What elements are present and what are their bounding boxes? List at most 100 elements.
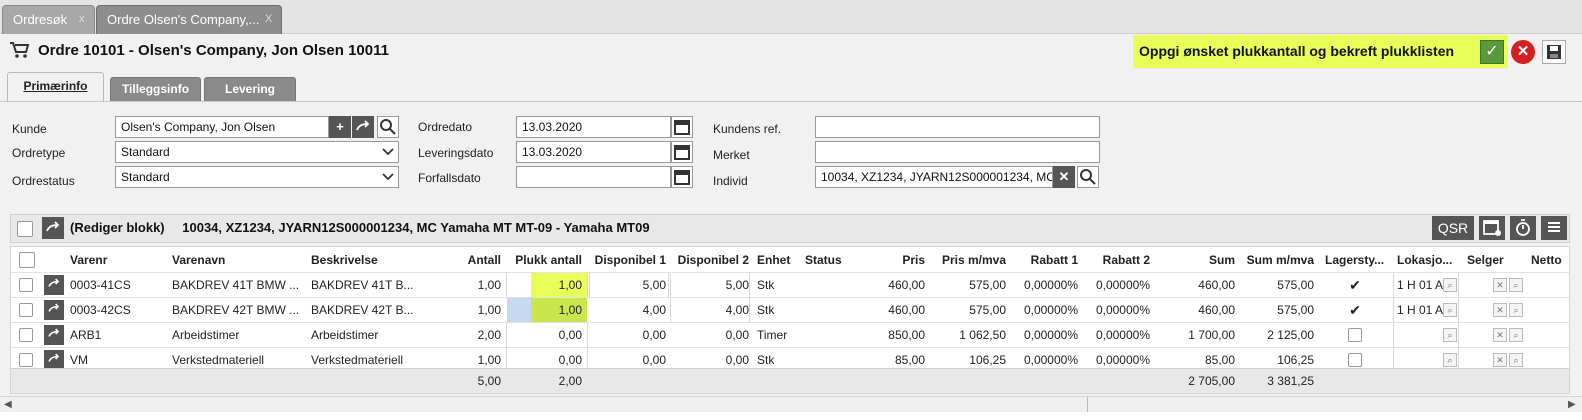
horizontal-scrollbar[interactable]: ◀ ▶ — [0, 396, 1582, 412]
col-selger[interactable]: Selger — [1467, 253, 1504, 267]
tab-tilleggsinfo[interactable]: Tilleggsinfo — [110, 77, 201, 101]
table-row[interactable]: 0003-41CS BAKDREV 41T BMW ... BAKDREV 41… — [11, 272, 1569, 297]
save-button[interactable] — [1542, 40, 1566, 64]
row-action-button[interactable] — [44, 325, 64, 345]
kundens-ref-label: Kundens ref. — [713, 122, 782, 136]
cell-plukk-antall[interactable]: 1,00 — [531, 273, 587, 297]
col-disponibel-2[interactable]: Disponibel 2 — [669, 253, 749, 267]
kunde-input[interactable]: Olsen's Company, Jon Olsen — [115, 116, 329, 138]
close-icon[interactable]: ✕ — [1493, 328, 1507, 342]
tab-ordre-close-icon[interactable]: X — [265, 6, 272, 33]
search-individ-button[interactable] — [1077, 166, 1099, 188]
forfallsdato-input[interactable] — [516, 166, 671, 188]
calendar-settings-button[interactable] — [1479, 216, 1505, 240]
search-icon[interactable]: ⌕ — [1509, 353, 1523, 367]
search-icon[interactable]: ⌕ — [1443, 278, 1457, 292]
close-icon[interactable]: ✕ — [1493, 303, 1507, 317]
cell-pris-mva: 575,00 — [969, 303, 1006, 317]
cell-lokasjon[interactable]: 1 H 01 A — [1397, 298, 1443, 322]
tab-ordresok[interactable]: Ordresøk x — [2, 5, 95, 34]
goto-customer-button[interactable] — [352, 116, 374, 138]
row-checkbox[interactable] — [19, 303, 33, 317]
col-antall[interactable]: Antall — [431, 253, 501, 267]
col-varenr[interactable]: Varenr — [70, 253, 107, 267]
search-icon[interactable]: ⌕ — [1443, 328, 1457, 342]
kundens-ref-input[interactable] — [815, 116, 1100, 138]
search-icon[interactable]: ⌕ — [1509, 303, 1523, 317]
col-lokasjon[interactable]: Lokasjo... — [1397, 253, 1452, 267]
leveringsdato-calendar-button[interactable] — [671, 141, 693, 163]
row-checkbox[interactable] — [19, 328, 33, 342]
cell-pris: 460,00 — [888, 278, 925, 292]
col-plukk-antall[interactable]: Plukk antall — [506, 253, 582, 267]
cell-enhet: Stk — [757, 278, 775, 292]
timer-button[interactable] — [1510, 216, 1536, 240]
clear-individ-button[interactable]: ✕ — [1053, 166, 1075, 188]
cell-antall: 1,00 — [477, 303, 501, 317]
add-customer-button[interactable]: + — [329, 116, 351, 138]
row-action-button[interactable] — [44, 275, 64, 295]
cancel-button[interactable]: ✕ — [1511, 40, 1535, 64]
table-row[interactable]: 0003-42CS BAKDREV 42T BMW ... BAKDREV 42… — [11, 297, 1569, 322]
search-icon[interactable]: ⌕ — [1443, 353, 1457, 367]
leveringsdato-input[interactable]: 13.03.2020 — [516, 141, 671, 163]
col-rabatt-2[interactable]: Rabatt 2 — [1081, 253, 1150, 267]
merket-input[interactable] — [815, 141, 1100, 163]
tab-levering[interactable]: Levering — [204, 77, 296, 101]
forfallsdato-calendar-button[interactable] — [671, 166, 693, 188]
row-checkbox[interactable] — [19, 353, 33, 367]
col-sum[interactable]: Sum — [1161, 253, 1235, 267]
ordredato-input[interactable]: 13.03.2020 — [516, 116, 671, 138]
ordretype-select[interactable]: Standard — [115, 141, 399, 163]
cell-beskrivelse: BAKDREV 41T B... — [311, 278, 414, 292]
cell-disponibel-2: 5,00 — [725, 278, 749, 292]
search-icon[interactable]: ⌕ — [1443, 303, 1457, 317]
search-icon[interactable]: ⌕ — [1509, 278, 1523, 292]
col-beskrivelse[interactable]: Beskrivelse — [311, 253, 378, 267]
tab-primaerinfo[interactable]: Primærinfo — [7, 72, 104, 101]
grid-select-all-checkbox[interactable] — [17, 221, 33, 237]
individ-input[interactable]: 10034, XZ1234, JYARN12S000001234, MC — [815, 166, 1053, 188]
search-customer-button[interactable] — [377, 116, 399, 138]
cell-plukk-antall[interactable]: 1,00 — [531, 298, 587, 322]
col-rabatt-1[interactable]: Rabatt 1 — [1011, 253, 1078, 267]
tab-ordre-label: Ordre Olsen's Company,... — [107, 12, 260, 27]
arrow-right-icon — [48, 278, 60, 287]
close-icon[interactable]: ✕ — [1493, 278, 1507, 292]
ordrestatus-select[interactable]: Standard — [115, 166, 399, 188]
col-pris[interactable]: Pris — [871, 253, 925, 267]
cell-lokasjon[interactable]: 1 H 01 A — [1397, 273, 1443, 297]
qsr-button[interactable]: QSR — [1432, 216, 1474, 240]
row-action-button[interactable] — [44, 350, 64, 370]
ordredato-calendar-button[interactable] — [671, 116, 693, 138]
grid-action-button[interactable] — [42, 217, 64, 239]
tab-ordre[interactable]: Ordre Olsen's Company,... X — [96, 5, 282, 34]
cell-rabatt-1: 0,00000% — [1023, 278, 1078, 292]
row-action-button[interactable] — [44, 300, 64, 320]
col-lagerstyrt[interactable]: Lagersty... — [1325, 253, 1384, 267]
table-row[interactable]: ARB1 Arbeidstimer Arbeidstimer 2,00 0,00… — [11, 322, 1569, 347]
search-icon — [1080, 169, 1096, 185]
row-checkbox[interactable] — [19, 278, 33, 292]
scroll-left-icon[interactable]: ◀ — [4, 399, 12, 410]
confirm-button[interactable]: ✓ — [1480, 40, 1504, 64]
col-netto[interactable]: Netto — [1531, 253, 1562, 267]
close-icon[interactable]: ✕ — [1493, 353, 1507, 367]
lagerstyrt-checkbox[interactable] — [1348, 328, 1362, 342]
totals-row: 5,00 2,00 2 705,00 3 381,25 — [11, 368, 1569, 393]
table-select-all-checkbox[interactable] — [19, 252, 35, 268]
lagerstyrt-checkbox[interactable] — [1348, 353, 1362, 367]
menu-button[interactable] — [1541, 216, 1567, 240]
tab-ordresok-close-icon[interactable]: x — [79, 6, 85, 33]
cell-rabatt-1: 0,00000% — [1023, 303, 1078, 317]
col-varenavn[interactable]: Varenavn — [172, 253, 225, 267]
col-disponibel-1[interactable]: Disponibel 1 — [585, 253, 666, 267]
col-status[interactable]: Status — [805, 253, 842, 267]
cell-plukk-antall[interactable]: 0,00 — [531, 323, 587, 347]
col-sum-mva[interactable]: Sum m/mva — [1239, 253, 1314, 267]
col-enhet[interactable]: Enhet — [757, 253, 790, 267]
cell-antall: 1,00 — [477, 278, 501, 292]
scroll-right-icon[interactable]: ▶ — [1568, 399, 1576, 410]
col-pris-mva[interactable]: Pris m/mva — [931, 253, 1006, 267]
search-icon[interactable]: ⌕ — [1509, 328, 1523, 342]
